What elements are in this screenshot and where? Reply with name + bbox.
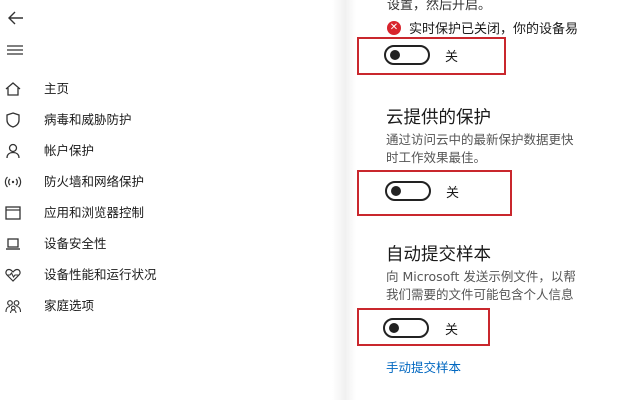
toggle-knob (390, 50, 400, 60)
sidebar-item-virus-protection[interactable]: 病毒和威胁防护 (0, 104, 343, 135)
clipped-description: 设置，然后开启。 (387, 0, 492, 13)
heart-pulse-icon (4, 266, 22, 284)
sidebar-item-family-options[interactable]: 家庭选项 (0, 290, 343, 321)
person-icon (4, 142, 22, 160)
wifi-signal-icon (4, 173, 22, 191)
cloud-protection-toggle[interactable] (385, 181, 431, 201)
sidebar-item-device-security[interactable]: 设备安全性 (0, 228, 343, 259)
sidebar-item-label: 病毒和威胁防护 (44, 112, 132, 127)
cloud-protection-desc-line1: 通过访问云中的最新保护数据更快 (386, 132, 574, 147)
sidebar: 主页 病毒和威胁防护 帐户保护 防火墙和网络保护 应用和浏览器控制 设备安全性 … (0, 0, 343, 400)
sample-toggle-state: 关 (445, 323, 459, 338)
sidebar-item-label: 防火墙和网络保护 (44, 174, 145, 189)
main-panel: 设置，然后开启。 ✕ 实时保护已关闭，你的设备易 关 云提供的保护 通过访问云中的… (343, 0, 630, 400)
realtime-status-row: ✕ 实时保护已关闭，你的设备易 (387, 17, 578, 37)
sidebar-item-account-protection[interactable]: 帐户保护 (0, 135, 343, 166)
cloud-protection-desc-line2: 时工作效果最佳。 (386, 150, 487, 165)
sidebar-item-home[interactable]: 主页 (0, 73, 343, 104)
cloud-protection-title: 云提供的保护 (386, 108, 491, 128)
sidebar-item-label: 应用和浏览器控制 (44, 205, 145, 220)
sidebar-item-label: 设备安全性 (44, 236, 107, 251)
sidebar-item-label: 设备性能和运行状况 (44, 267, 157, 282)
realtime-status-text: 实时保护已关闭，你的设备易 (409, 22, 579, 37)
highlight-box (357, 37, 506, 75)
error-x-icon: ✕ (387, 20, 401, 35)
family-icon (4, 297, 22, 315)
home-icon (4, 80, 22, 98)
highlight-box (357, 170, 512, 216)
cloud-toggle-state: 关 (446, 186, 460, 201)
realtime-protection-toggle[interactable] (384, 45, 430, 65)
shield-icon (4, 111, 22, 129)
manual-submit-sample-link[interactable]: 手动提交样本 (386, 357, 461, 376)
sidebar-item-label: 家庭选项 (44, 298, 95, 313)
toggle-knob (389, 323, 399, 333)
laptop-icon (4, 235, 22, 253)
sidebar-item-app-browser-control[interactable]: 应用和浏览器控制 (0, 197, 343, 228)
sample-submission-desc-line2: 我们需要的文件可能包含个人信息 (386, 287, 574, 302)
sidebar-item-firewall[interactable]: 防火墙和网络保护 (0, 166, 343, 197)
sample-submission-title: 自动提交样本 (386, 245, 491, 265)
back-arrow-icon[interactable] (6, 8, 26, 28)
toggle-knob (391, 186, 401, 196)
sample-submission-toggle[interactable] (383, 318, 429, 338)
realtime-toggle-state: 关 (445, 50, 459, 65)
sidebar-item-label: 帐户保护 (44, 143, 95, 158)
sidebar-item-label: 主页 (44, 81, 70, 96)
browser-window-icon (4, 204, 22, 222)
sidebar-item-device-performance[interactable]: 设备性能和运行状况 (0, 259, 343, 290)
sample-submission-desc-line1: 向 Microsoft 发送示例文件，以帮 (386, 269, 576, 284)
hamburger-menu-icon[interactable] (6, 42, 24, 58)
